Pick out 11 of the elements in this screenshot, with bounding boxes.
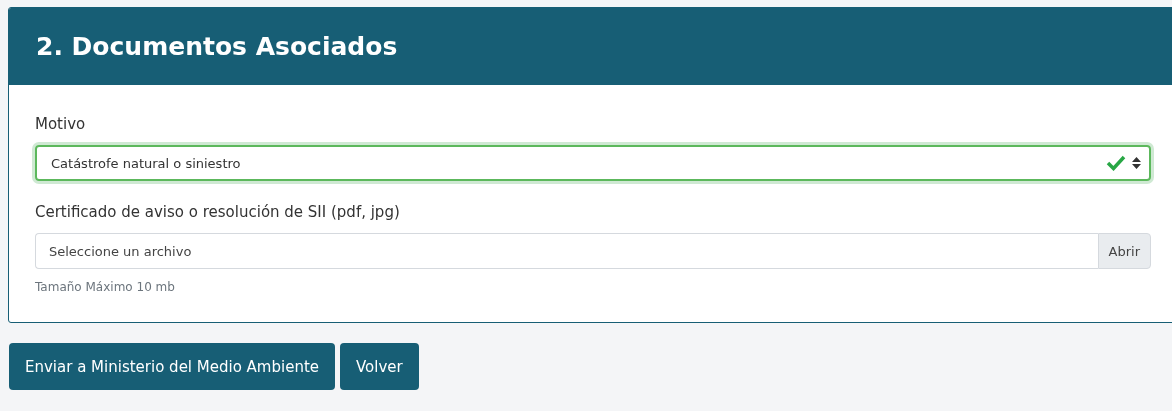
action-button[interactable]: Volver — [340, 343, 419, 390]
help-text: Tamaño Máximo 10 mb — [35, 280, 176, 294]
card-title: 2. Documentos Asociados — [36, 32, 398, 61]
select-field[interactable]: Catástrofe natural o siniestro — [35, 145, 1151, 181]
file-field[interactable]: Seleccione un archivo — [35, 233, 1098, 269]
action-button[interactable]: Enviar a Ministerio del Medio Ambiente — [9, 343, 335, 390]
field-label: Motivo — [35, 115, 87, 133]
check-icon — [1106, 155, 1126, 171]
browse-button[interactable]: Abrir — [1097, 233, 1151, 269]
field-label: Certificado de aviso o resolución de SII (pdf, jpg) — [35, 203, 401, 221]
sort-icon — [1132, 157, 1141, 169]
